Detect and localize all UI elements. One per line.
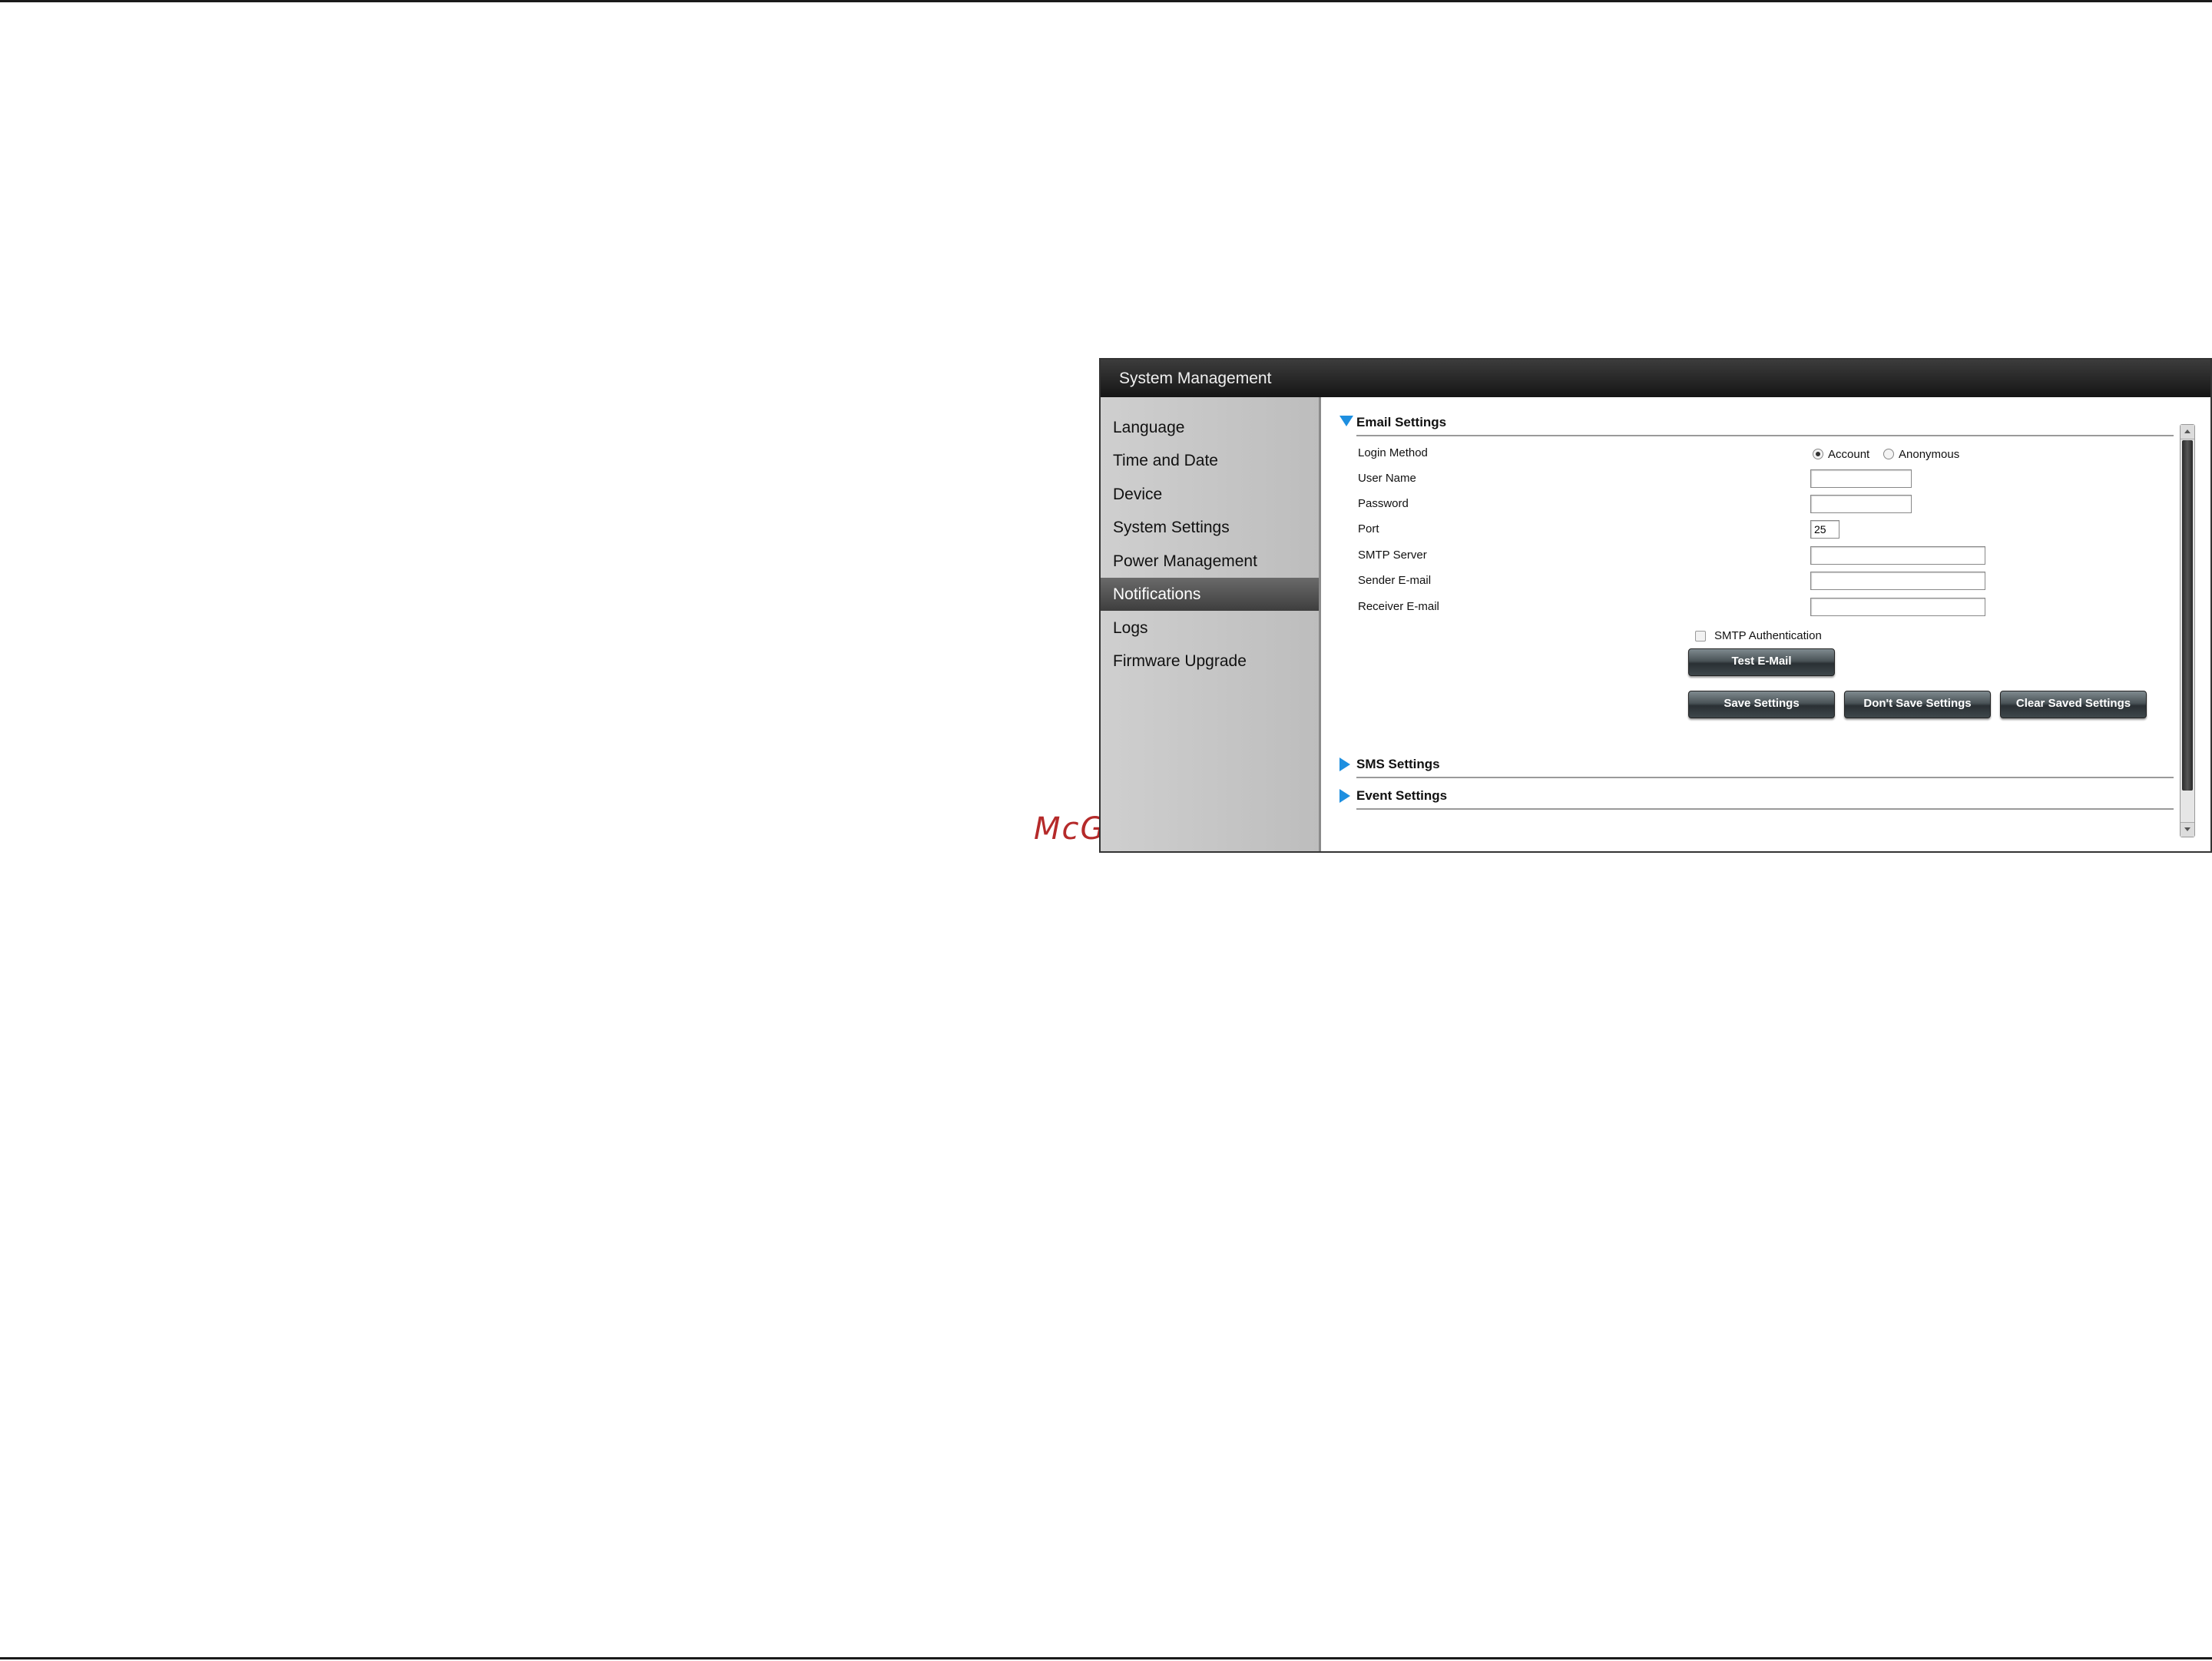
user-name-input[interactable] xyxy=(1810,469,1912,488)
sidebar-item-notifications[interactable]: Notifications xyxy=(1101,578,1319,611)
sidebar-item-system-settings[interactable]: System Settings xyxy=(1101,511,1319,544)
system-management-panel: System Management Language Time and Date… xyxy=(1099,358,2212,853)
smtp-server-input[interactable] xyxy=(1810,546,1985,565)
login-method-label: Login Method xyxy=(1358,446,1428,459)
smtp-authentication-label: SMTP Authentication xyxy=(1714,629,1822,642)
dont-save-settings-button[interactable]: Don't Save Settings xyxy=(1844,691,1991,718)
sidebar-item-language[interactable]: Language xyxy=(1101,411,1319,444)
page-bottom-rule xyxy=(0,1657,2212,1659)
sidebar-item-logs[interactable]: Logs xyxy=(1101,612,1319,645)
smtp-authentication-checkbox[interactable] xyxy=(1695,631,1706,642)
sms-settings-divider xyxy=(1356,777,2174,778)
login-anonymous-radio[interactable] xyxy=(1883,449,1894,459)
triangle-down-icon xyxy=(1339,416,1353,426)
content-area: Email Settings Login Method Account Anon… xyxy=(1321,397,2210,851)
port-input[interactable] xyxy=(1810,520,1839,539)
sidebar-item-device[interactable]: Device xyxy=(1101,478,1319,511)
port-label: Port xyxy=(1358,522,1379,535)
scroll-down-icon[interactable] xyxy=(2181,822,2194,837)
email-settings-title: Email Settings xyxy=(1356,415,1447,429)
login-account-radio[interactable] xyxy=(1813,449,1823,459)
password-label: Password xyxy=(1358,497,1409,510)
receiver-email-input[interactable] xyxy=(1810,598,1985,616)
scroll-thumb[interactable] xyxy=(2182,440,2193,791)
sender-email-input[interactable] xyxy=(1810,572,1985,590)
login-anonymous-label: Anonymous xyxy=(1899,448,1960,461)
sidebar: Language Time and Date Device System Set… xyxy=(1101,397,1321,851)
smtp-server-label: SMTP Server xyxy=(1358,549,1427,562)
receiver-email-label: Receiver E-mail xyxy=(1358,600,1439,613)
panel-title: System Management xyxy=(1101,360,2210,397)
scroll-up-icon[interactable] xyxy=(2181,425,2194,439)
sender-email-label: Sender E-mail xyxy=(1358,574,1432,587)
event-settings-title: Event Settings xyxy=(1356,788,1448,803)
sidebar-item-power-management[interactable]: Power Management xyxy=(1101,545,1319,578)
triangle-right-icon xyxy=(1339,758,1350,771)
test-email-button[interactable]: Test E-Mail xyxy=(1688,648,1835,676)
event-settings-divider xyxy=(1356,808,2174,810)
sidebar-item-time-and-date[interactable]: Time and Date xyxy=(1101,444,1319,477)
clear-saved-settings-button[interactable]: Clear Saved Settings xyxy=(2000,691,2147,718)
save-settings-button[interactable]: Save Settings xyxy=(1688,691,1835,718)
user-name-label: User Name xyxy=(1358,472,1416,485)
content-scrollbar[interactable] xyxy=(2180,424,2195,837)
password-input[interactable] xyxy=(1810,495,1912,513)
email-settings-divider xyxy=(1356,435,2174,436)
triangle-right-icon xyxy=(1339,789,1350,803)
page-top-rule xyxy=(0,0,2212,2)
sms-settings-title: SMS Settings xyxy=(1356,757,1440,771)
login-account-label: Account xyxy=(1828,448,1870,461)
sidebar-item-firmware-upgrade[interactable]: Firmware Upgrade xyxy=(1101,645,1319,678)
